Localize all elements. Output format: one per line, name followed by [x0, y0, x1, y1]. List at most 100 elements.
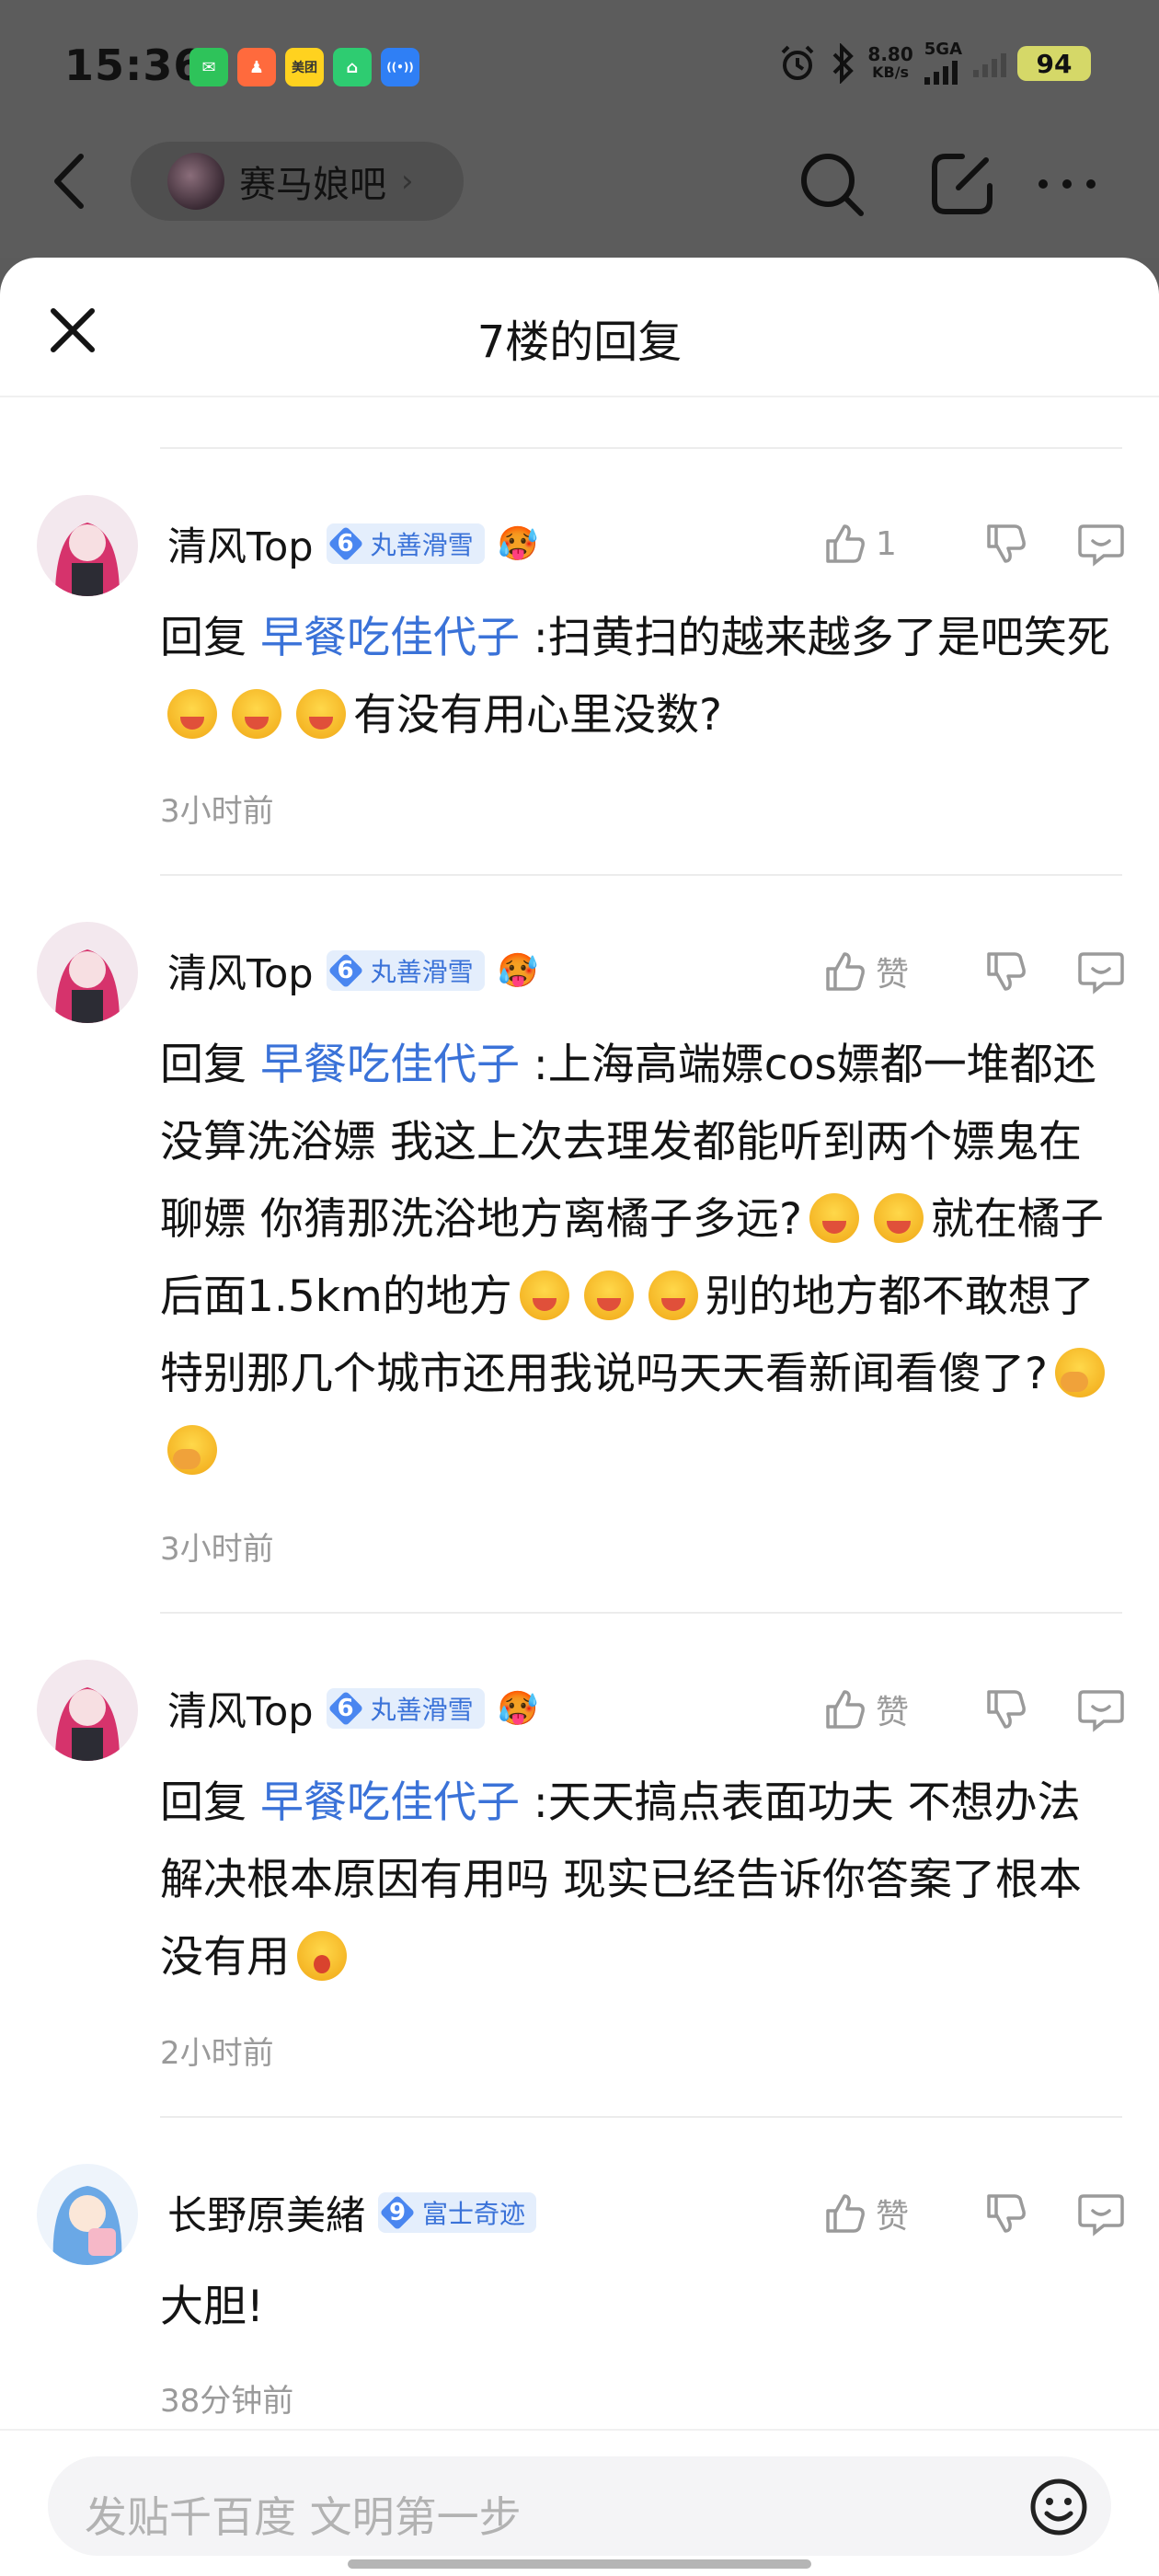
dislike-button[interactable] — [951, 1686, 1061, 1732]
comment-actions: 赞 — [822, 2190, 1126, 2237]
bluetooth-icon — [832, 43, 855, 84]
system-tray: 8.80 KB/s 5GA 94 — [777, 40, 1091, 85]
user-row: 长野原美緒 9 富士奇迹 — [167, 2184, 537, 2241]
like-button[interactable]: 赞 — [822, 1685, 951, 1733]
reply-input[interactable]: 发贴千百度 文明第一步 — [48, 2456, 1111, 2556]
comment-text-part: 大胆! — [160, 2282, 264, 2332]
level-icon: 6 — [327, 523, 365, 564]
alarm-icon — [781, 45, 814, 80]
thumbs-up-icon — [826, 524, 865, 563]
thumbs-down-icon — [987, 524, 1026, 563]
signal-bars-secondary-icon — [973, 50, 1006, 77]
username[interactable]: 清风Top — [167, 1680, 314, 1737]
fire-emoji-icon: 🥵 — [497, 1690, 539, 1728]
comment-time: 38分钟前 — [160, 2383, 294, 2420]
mention-link[interactable]: 早餐吃佳代子 — [260, 613, 520, 663]
comment-actions: 1 — [822, 521, 1126, 567]
wechat-icon: ✉ — [189, 48, 228, 86]
comment-text-part: 有没有用心里没数? — [353, 690, 722, 741]
divider — [160, 2116, 1122, 2118]
battery-indicator: 94 — [1017, 46, 1091, 81]
comment-text: 大胆! — [160, 2269, 1119, 2346]
sheet-title: 7楼的回复 — [476, 316, 683, 368]
replies-sheet: 7楼的回复 清风Top 6 丸善滑雪 🥵 1 回复 早餐吃佳代子:扫黄扫的越来… — [0, 258, 1159, 2576]
level-value: 6 — [337, 957, 354, 984]
reply-prefix: 回复 — [160, 1777, 247, 1828]
status-bar: 15:36 ✉ ♟ 美团 ⌂ ((•)) 8.80 KB/s 5GA 94 — [0, 0, 1159, 138]
comment-text: 回复 早餐吃佳代子 :扫黄扫的越来越多了是吧笑死有没有用心里没数? — [160, 600, 1119, 754]
mention-link[interactable]: 早餐吃佳代子 — [260, 1040, 520, 1090]
thumbs-down-icon — [987, 952, 1026, 991]
fire-emoji-icon: 🥵 — [497, 525, 539, 563]
reply-button[interactable] — [1061, 1686, 1126, 1732]
back-icon[interactable] — [44, 149, 99, 213]
level-value: 9 — [388, 2199, 407, 2226]
dislike-button[interactable] — [951, 521, 1061, 567]
dislike-button[interactable] — [951, 2191, 1061, 2237]
username[interactable]: 长野原美緒 — [167, 2184, 365, 2241]
comment-bubble-icon — [1078, 524, 1124, 567]
reply-button[interactable] — [1061, 521, 1126, 567]
grin-emoji-icon — [167, 689, 217, 739]
user-row: 清风Top 6 丸善滑雪 🥵 — [167, 1680, 538, 1737]
more-icon[interactable] — [1030, 147, 1104, 221]
forum-chip[interactable]: 赛马娘吧 › — [131, 142, 464, 221]
divider — [160, 874, 1122, 876]
reply-prefix: 回复 — [160, 613, 247, 663]
like-button[interactable]: 赞 — [822, 2190, 951, 2237]
reply-input-bar: 发贴千百度 文明第一步 — [0, 2429, 1159, 2576]
member-badge: 9 富士奇迹 — [378, 2192, 537, 2233]
member-badge: 6 丸善滑雪 — [326, 950, 485, 991]
username[interactable]: 清风Top — [167, 515, 314, 572]
level-value: 6 — [337, 530, 354, 558]
network-speed: 8.80 KB/s — [867, 45, 912, 82]
search-icon[interactable] — [795, 147, 868, 221]
comment-text: 回复 早餐吃佳代子 :上海高端嫖cos嫖都一堆都还没算洗浴嫖 我这上次去理发都能… — [160, 1027, 1119, 1490]
grin-emoji-icon — [648, 1271, 698, 1320]
shocked-emoji-icon — [297, 1931, 347, 1981]
avatar[interactable] — [37, 922, 138, 1023]
member-badge: 6 丸善滑雪 — [326, 523, 485, 564]
network-speed-value: 8.80 — [867, 43, 913, 65]
level-value: 6 — [337, 1695, 354, 1722]
badge-label: 丸善滑雪 — [370, 530, 474, 560]
edit-icon[interactable] — [925, 147, 999, 221]
comment-actions: 赞 — [822, 1685, 1126, 1733]
level-icon: 9 — [378, 2192, 417, 2233]
home-indicator[interactable] — [348, 2559, 811, 2569]
reply-button[interactable] — [1061, 2191, 1126, 2237]
emoji-icon[interactable] — [1028, 2477, 1089, 2537]
comment-bubble-icon — [1078, 2194, 1124, 2237]
comment-bubble-icon — [1078, 952, 1124, 995]
notification-icons: ✉ ♟ 美团 ⌂ ((•)) — [189, 48, 419, 86]
comment-time: 2小时前 — [160, 2035, 274, 2072]
like-button[interactable]: 1 — [822, 521, 951, 567]
like-button[interactable]: 赞 — [822, 948, 951, 995]
member-badge: 6 丸善滑雪 — [326, 1688, 485, 1729]
comment-text-part: :扫黄扫的越来越多了是吧笑死 — [519, 613, 1110, 663]
grin-emoji-icon — [519, 1271, 569, 1320]
signal-label: 5GA — [924, 40, 962, 59]
comment-time: 3小时前 — [160, 1531, 274, 1568]
sheet-header: 7楼的回复 — [0, 258, 1159, 397]
avatar[interactable] — [37, 495, 138, 596]
badge-label: 丸善滑雪 — [370, 957, 474, 987]
dislike-button[interactable] — [951, 949, 1061, 995]
reply-button[interactable] — [1061, 949, 1126, 995]
like-label: 赞 — [876, 2198, 910, 2236]
thumbs-down-icon — [987, 1690, 1026, 1729]
divider — [160, 447, 1122, 449]
avatar[interactable] — [37, 2164, 138, 2265]
username[interactable]: 清风Top — [167, 942, 314, 999]
signal-bars-icon — [924, 57, 962, 85]
avatar[interactable] — [37, 1660, 138, 1761]
user-row: 清风Top 6 丸善滑雪 🥵 — [167, 515, 538, 572]
network-speed-unit: KB/s — [872, 63, 910, 81]
grin-emoji-icon — [583, 1271, 634, 1320]
reply-prefix: 回复 — [160, 1040, 247, 1090]
thumbs-up-icon — [826, 952, 865, 991]
grin-emoji-icon — [232, 689, 281, 739]
clock: 15:36 — [64, 40, 204, 90]
mention-link[interactable]: 早餐吃佳代子 — [260, 1777, 520, 1828]
thumbs-down-icon — [987, 2194, 1026, 2233]
